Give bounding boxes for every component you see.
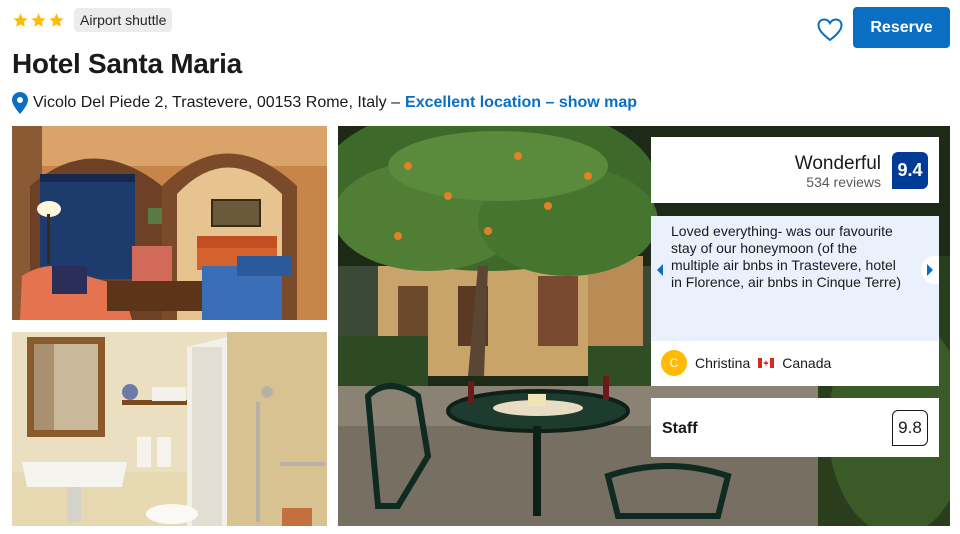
previous-review-button[interactable] [651,256,669,284]
property-highlights: Airport shuttle [12,7,173,33]
star-icon [13,12,28,27]
next-review-button[interactable] [921,256,939,284]
hotel-name: Hotel Santa Maria [12,48,242,79]
show-map-link[interactable]: Excellent location – show map [405,94,637,112]
category-score-badge: 9.8 [892,410,928,446]
reviewer-name: Christina [695,355,751,371]
review-count: 534 reviews [806,174,881,190]
photo-living-room[interactable] [12,126,327,320]
chevron-left-icon [657,264,663,276]
photo-bathroom[interactable] [12,332,327,526]
hotel-address: Vicolo Del Piede 2, Trastevere, 00153 Ro… [33,94,401,111]
heart-icon [817,18,843,42]
reserve-button[interactable]: Reserve [853,7,950,48]
star-icon [31,12,46,27]
review-score-badge: 9.4 [892,152,928,189]
star-rating [12,12,65,29]
guest-review-card: Loved everything- was our favourite stay… [651,216,939,386]
review-quote-area: Loved everything- was our favourite stay… [651,216,939,341]
airport-shuttle-badge: Airport shuttle [74,8,173,32]
review-text: Loved everything- was our favourite stay… [671,223,902,290]
chevron-right-icon [927,264,933,276]
reviewer-info: C Christina Canada [661,350,831,376]
star-icon [49,12,64,27]
reviewer-country: Canada [782,355,832,371]
avatar: C [661,350,687,376]
save-to-favorites-button[interactable] [815,15,845,45]
rating-label: Wonderful [794,153,881,174]
category-label: Staff [662,420,698,437]
map-pin-icon [12,92,28,114]
review-score-card[interactable]: Wonderful 534 reviews 9.4 [651,137,939,203]
address-row: Vicolo Del Piede 2, Trastevere, 00153 Ro… [12,92,637,114]
canada-flag-icon [758,358,775,368]
category-score-card: Staff 9.8 [651,398,939,457]
